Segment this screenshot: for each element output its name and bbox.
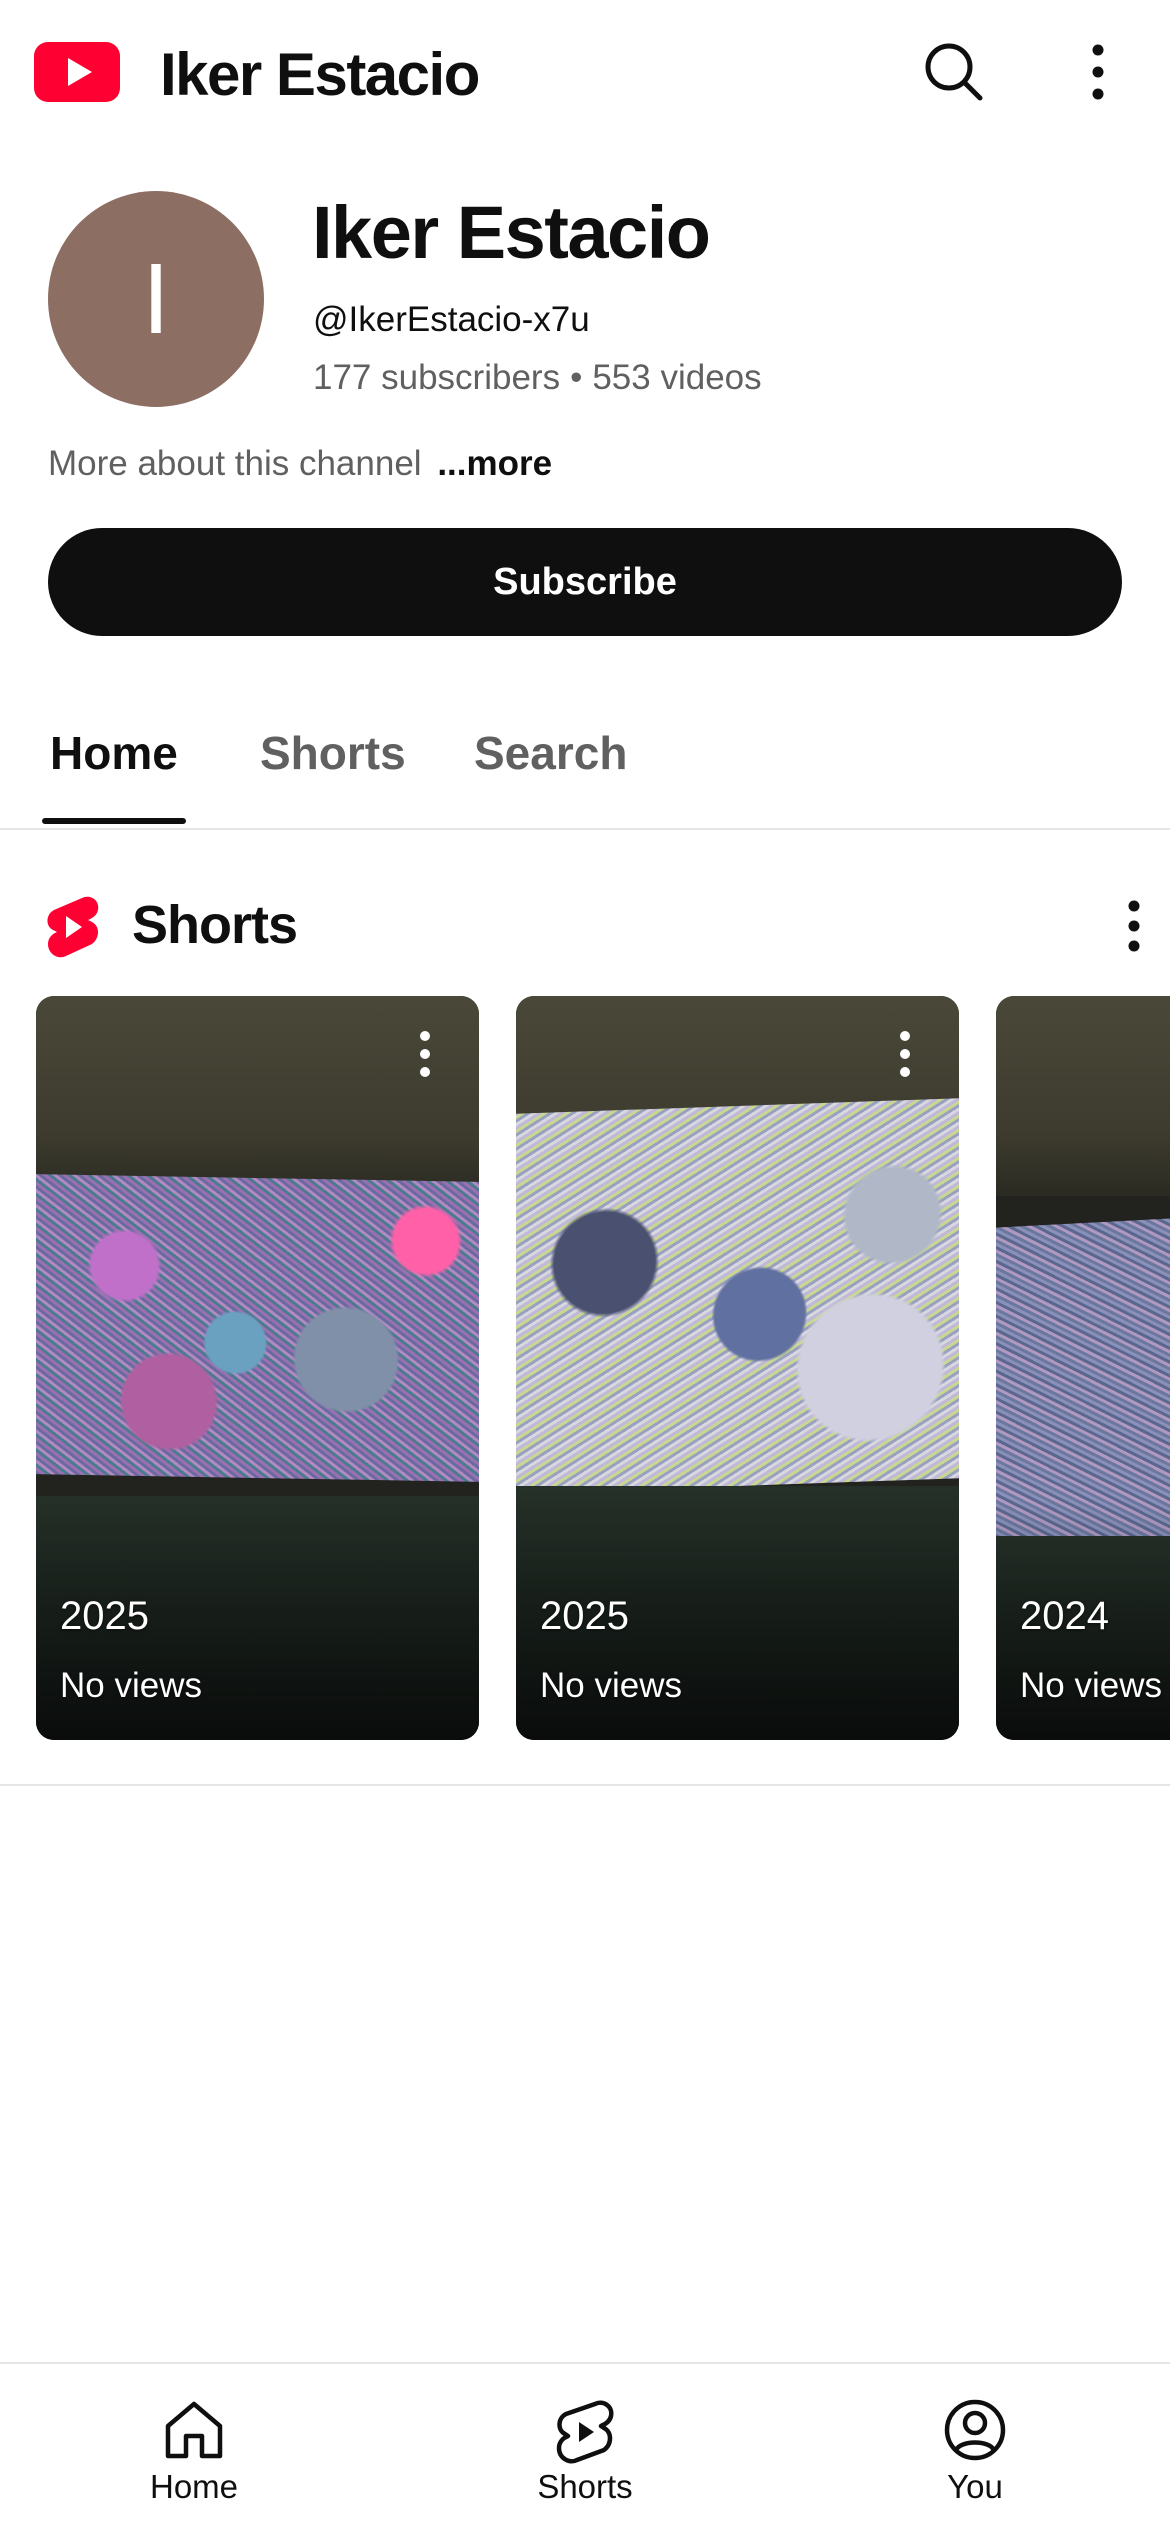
youtube-logo-icon[interactable] [34,42,120,102]
avatar-letter: I [142,242,170,355]
short-views: No views [540,1666,682,1705]
top-app-bar: Iker Estacio [0,0,1170,150]
short-card[interactable]: 2025 No views [516,996,959,1740]
channel-about[interactable]: More about this channel ...more [48,444,552,484]
more-vert-icon[interactable] [1076,36,1120,108]
nav-home-label: Home [149,2468,239,2505]
short-views: No views [60,1666,202,1705]
shorts-shelf-header: Shorts [0,880,1170,970]
stats-separator: • [570,358,583,397]
bottom-navigation: Home Shorts You [0,2362,1170,2532]
shorts-shelf-title: Shorts [132,895,298,955]
channel-stats: 177 subscribers • 553 videos [313,358,762,398]
short-year: 2024 [1020,1594,1109,1638]
short-card[interactable]: 2024 No views [996,996,1170,1740]
channel-tabs: Home Shorts Search [0,700,1170,830]
home-icon [165,2401,223,2459]
thumbnail-image [516,1098,959,1494]
short-card[interactable]: 2025 No views [36,996,479,1740]
subscriber-count: 177 subscribers [313,358,561,397]
channel-handle: @IkerEstacio-x7u [313,300,590,339]
search-icon[interactable] [918,36,990,108]
thumbnail-image [36,1174,479,1482]
channel-page: Iker Estacio I Iker Estacio @IkerEstacio… [0,0,1170,2532]
section-divider [0,1784,1170,1786]
account-icon [944,2399,1006,2461]
nav-shorts-label: Shorts [537,2468,633,2505]
short-year: 2025 [60,1594,149,1638]
thumbnail-image [996,1204,1170,1548]
more-vert-icon[interactable] [883,1024,927,1084]
tab-shorts[interactable]: Shorts [260,726,406,780]
nav-home[interactable]: Home [74,2364,314,2532]
about-text: More about this channel [48,444,422,483]
shorts-icon [556,2400,614,2464]
tab-home[interactable]: Home [50,726,178,780]
active-tab-indicator [42,818,186,824]
about-more-link[interactable]: ...more [437,444,552,483]
more-vert-icon[interactable] [403,1024,447,1084]
short-views: No views [1020,1666,1162,1705]
video-count: 553 videos [592,358,762,397]
shelf-more-icon[interactable] [1112,894,1156,958]
channel-avatar[interactable]: I [48,191,264,407]
shorts-logo-icon [47,896,99,958]
nav-you-label: You [947,2468,1003,2505]
thumbnail-background [996,996,1170,1196]
tab-search[interactable]: Search [474,726,627,780]
channel-name: Iker Estacio [312,191,711,274]
shorts-carousel[interactable]: 2025 No views 2025 No views 2024 No view… [0,996,1170,1740]
nav-you[interactable]: You [855,2364,1095,2532]
channel-title: Iker Estacio [160,41,480,108]
short-year: 2025 [540,1594,629,1638]
nav-shorts[interactable]: Shorts [465,2364,705,2532]
subscribe-button[interactable]: Subscribe [48,528,1122,636]
